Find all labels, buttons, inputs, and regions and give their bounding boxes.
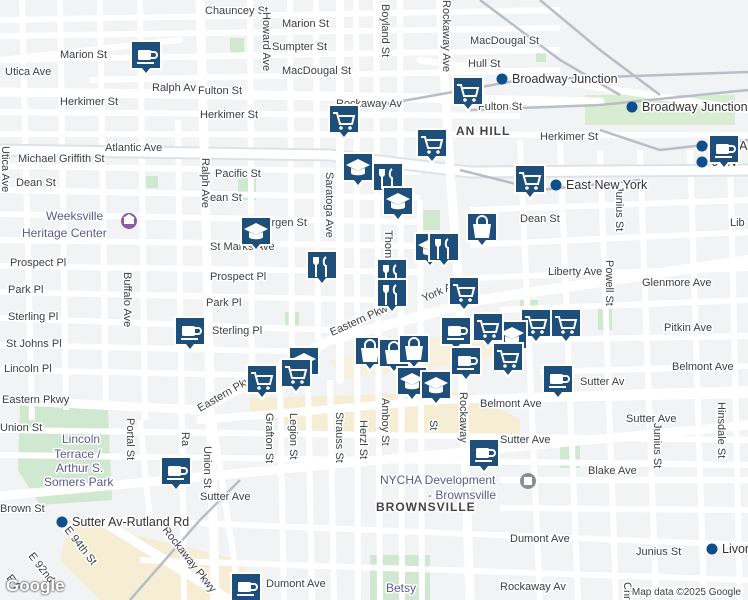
street-label: Dean St (16, 177, 56, 189)
street-label: St Johns Pl (6, 338, 62, 350)
street-label: Sterling Pl (8, 311, 58, 323)
transit-station-icon[interactable] (550, 179, 562, 191)
street-label: Pacific St (215, 168, 261, 180)
street-label: Pitkin Ave (664, 322, 712, 334)
station-label: East New York (566, 178, 648, 192)
street-label: Blake Ave (588, 465, 637, 477)
street-label: Strauss St (333, 412, 345, 463)
street-label: Legion St (287, 413, 299, 459)
poi-label: Terrace / (54, 447, 101, 461)
street-label: Dumont Ave (510, 533, 570, 545)
neighborhood-label: AN HILL (456, 124, 510, 138)
street-label: Dumont Ave (266, 578, 326, 590)
street-label: Eastern Pkwy (2, 394, 70, 406)
street-label: Ralph Av (152, 82, 196, 94)
street-label: Rockaway (457, 392, 469, 443)
map-canvas[interactable]: Chauncey St Marion St Sumpter St MacDougal … (0, 0, 748, 600)
poi-label: NYCHA Development (380, 473, 496, 487)
street-label: Glenmore Ave (642, 277, 712, 289)
street-label: Belmont Ave (672, 361, 734, 373)
poi-label: Arthur S. (56, 461, 103, 475)
street-label: Utica Ave (5, 66, 51, 78)
transit-station-icon[interactable] (696, 156, 708, 168)
transit-station-icon[interactable] (626, 101, 638, 113)
street-label: Junius St (613, 186, 625, 231)
street-label: Amboy St (379, 398, 391, 446)
street-label: Grafton St (263, 413, 275, 463)
street-label: Buffalo Ave (121, 272, 133, 327)
station-label: Broadway Junction (642, 100, 748, 114)
poi-label: Weeksville (46, 209, 103, 223)
street-label: Dean St (520, 213, 560, 225)
street-label: Park Pl (8, 284, 43, 296)
street-label: Park Pl (206, 297, 241, 309)
transit-station-icon[interactable] (496, 73, 508, 85)
neighborhood-label: BROWNSVILLE (376, 500, 476, 514)
street-label: Prospect Pl (210, 271, 266, 283)
museum-icon[interactable] (121, 213, 137, 229)
building-icon[interactable] (520, 473, 536, 489)
street-label: St (427, 420, 439, 430)
street-label: Ra (179, 432, 191, 447)
street-label: Herzl St (357, 420, 369, 459)
street-label: Union St (201, 446, 213, 488)
transit-station-icon[interactable] (696, 140, 708, 152)
street-label: Ralph Ave (199, 158, 211, 208)
street-label: MacDougal St (470, 35, 539, 47)
street-label: Prospect Pl (10, 257, 66, 269)
street-label: Boyland St (379, 4, 391, 57)
street-label: Sutter Ave (200, 491, 251, 503)
street-label: Herkimer St (200, 109, 258, 121)
street-label: Portal St (124, 418, 136, 460)
street-label: Sumpter St (272, 41, 327, 53)
street-label: Sterling Pl (212, 325, 262, 337)
street-label: Fulton St (478, 101, 522, 113)
station-label: Sutter Av-Rutland Rd (72, 515, 189, 529)
street-label: Hull St (468, 58, 500, 70)
street-label: Belmont Ave (480, 398, 542, 410)
street-label: Hinsdale St (715, 402, 727, 458)
street-label: Atlantic Ave (105, 142, 162, 154)
cafe-marker[interactable] (230, 572, 262, 600)
street-label: Union St (0, 422, 42, 434)
street-label: Howard Ave (260, 12, 272, 71)
street-label: Liberty Ave (548, 266, 602, 278)
street-label: Michael Griffith St (18, 153, 105, 165)
street-label: Junius St (651, 423, 663, 468)
street-label: Sutter Av (580, 376, 625, 388)
street-label: Herkimer St (60, 96, 118, 108)
transit-station-icon[interactable] (56, 516, 68, 528)
street-label: Lib (730, 217, 745, 229)
street-label: MacDougal St (282, 65, 351, 77)
street-label: Rockaway Ave (440, 0, 452, 72)
street-label: Herkimer St (540, 131, 598, 143)
street-label: Saratoga Ave (323, 172, 335, 238)
map-data-credit[interactable]: Map data ©2025 Google (628, 587, 744, 598)
street-label: Powell St (603, 260, 615, 306)
street-label: Marion St (60, 49, 107, 61)
poi-label: Betsy (386, 581, 416, 595)
poi-label: Lincoln (62, 432, 100, 446)
street-label: Lincoln Pl (4, 363, 52, 375)
street-label: Junius St (636, 546, 681, 558)
street-label: Chauncey St (205, 5, 268, 17)
transit-station-icon[interactable] (706, 543, 718, 555)
street-label: Marion St (282, 18, 329, 30)
street-label: Sutter Ave (500, 434, 551, 446)
station-label: Broadway Junction (512, 72, 618, 86)
poi-label: Somers Park (44, 475, 114, 489)
station-label: Livoni (722, 542, 748, 556)
street-label: Rockaway Av (500, 581, 566, 593)
street-label: Fulton St (198, 85, 242, 97)
google-logo: Google (6, 576, 65, 595)
poi-label: Heritage Center (22, 226, 107, 240)
street-label: Utica Ave (0, 146, 11, 192)
street-label: Brown St (0, 503, 45, 515)
